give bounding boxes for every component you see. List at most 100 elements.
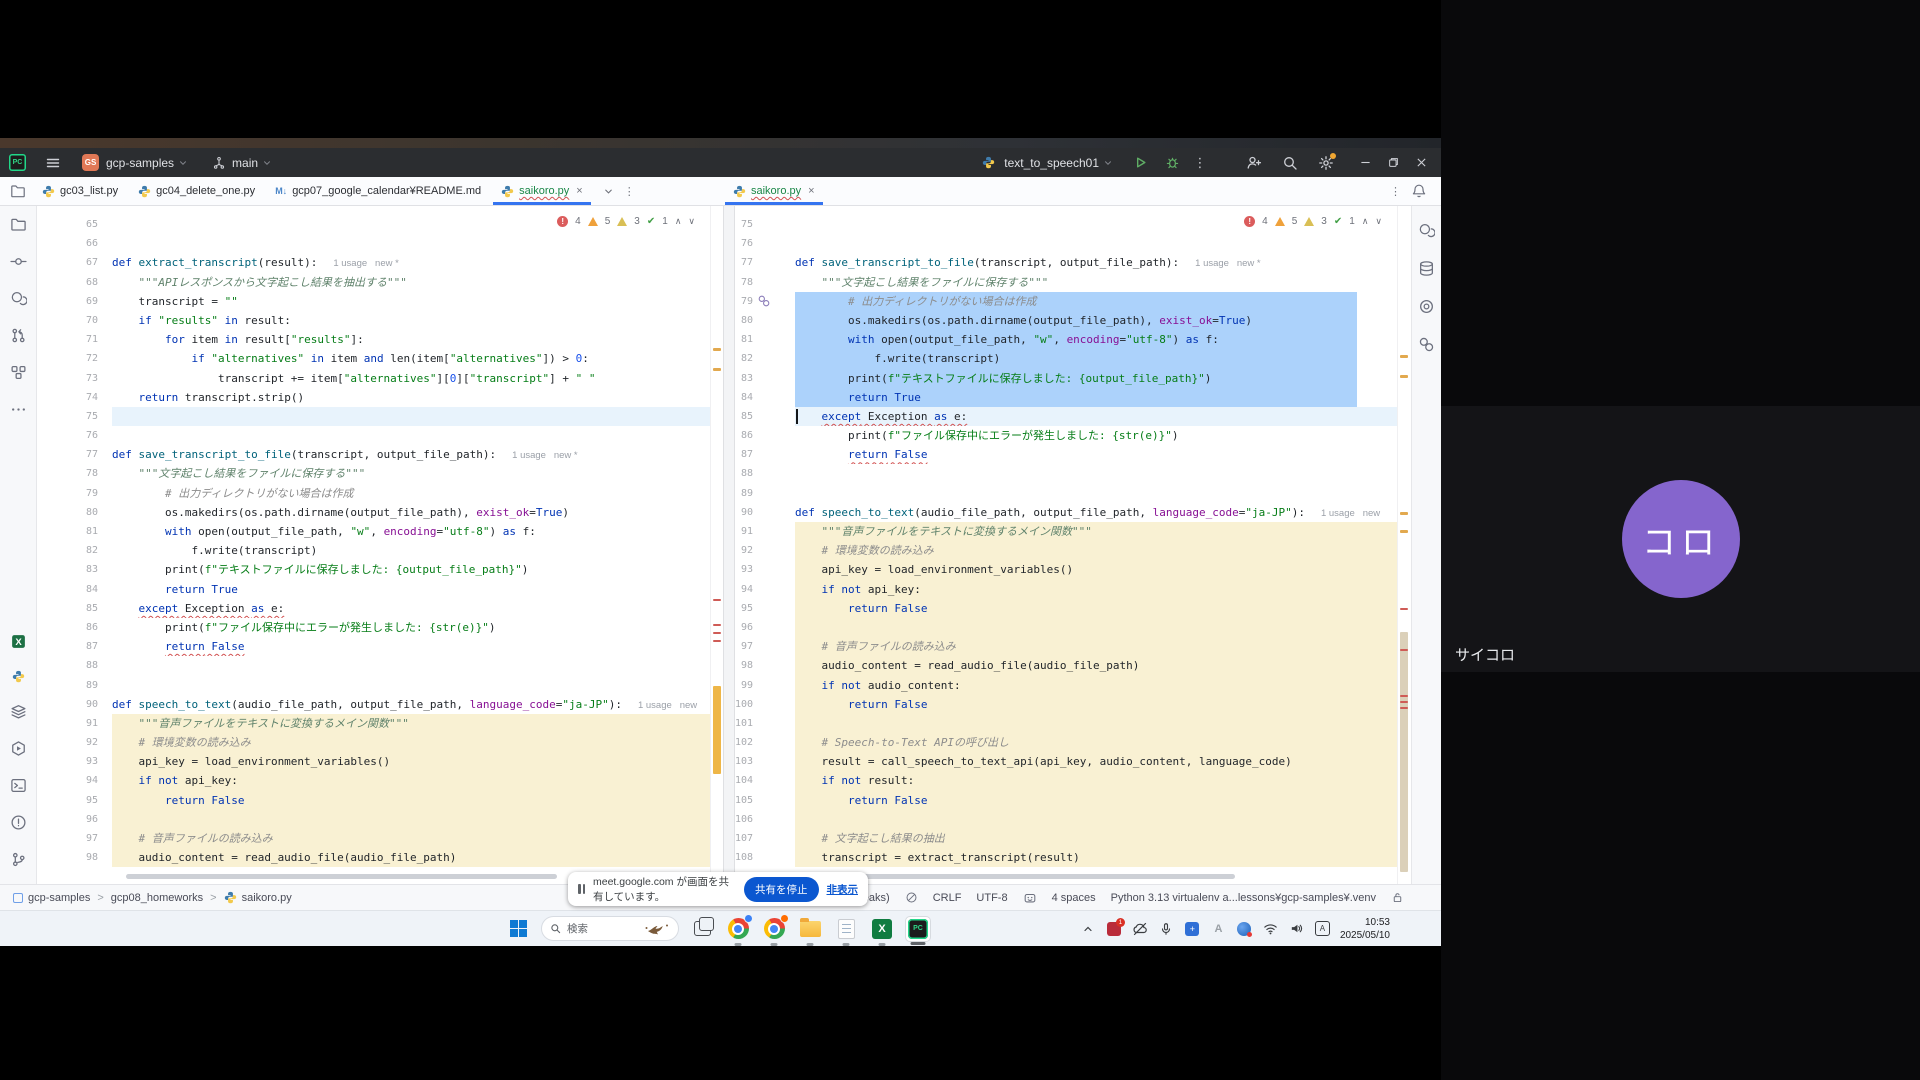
prev-issue-icon[interactable]: ∧ xyxy=(1362,216,1369,227)
debug-button[interactable] xyxy=(1163,154,1181,172)
code-text[interactable]: return False xyxy=(112,637,710,656)
run-button[interactable] xyxy=(1131,154,1149,172)
tray-sphere-icon[interactable] xyxy=(1236,920,1253,937)
code-text[interactable]: def extract_transcript(result):1 usage n… xyxy=(112,253,710,272)
code-line[interactable]: 76 xyxy=(37,426,710,445)
branch-name[interactable]: main xyxy=(232,156,258,170)
code-line[interactable]: 90def speech_to_text(audio_file_path, ou… xyxy=(37,695,710,714)
code-line[interactable]: 68 """APIレスポンスから文字起こし結果を抽出する""" xyxy=(37,273,710,292)
code-line[interactable]: 91 """音声ファイルをテキストに変換するメイン関数""" xyxy=(735,522,1397,541)
code-line[interactable]: 105 return False xyxy=(735,791,1397,810)
code-text[interactable]: transcript = "" xyxy=(112,292,710,311)
add-user-icon[interactable] xyxy=(1245,154,1263,172)
tab-gcp07_google_calendar¥README.md[interactable]: M↓gcp07_google_calendar¥README.md xyxy=(265,177,491,205)
code-line[interactable]: 95 return False xyxy=(735,599,1397,618)
code-text[interactable]: if "alternatives" in item and len(item["… xyxy=(112,349,710,368)
python-packages-icon[interactable] xyxy=(12,670,25,683)
code-text[interactable] xyxy=(795,234,1397,253)
ai-face-icon[interactable] xyxy=(1023,891,1037,905)
tray-app-icon[interactable]: 1 xyxy=(1106,920,1123,937)
code-line[interactable]: 108 transcript = extract_transcript(resu… xyxy=(735,848,1397,867)
code-line[interactable]: 79 # 出力ディレクトリがない場合は作成 xyxy=(735,292,1397,311)
database-icon[interactable] xyxy=(1418,260,1435,277)
code-line[interactable]: 79 # 出力ディレクトリがない場合は作成 xyxy=(37,484,710,503)
microphone-icon[interactable] xyxy=(1158,920,1175,937)
code-line[interactable]: 91 """音声ファイルをテキストに変換するメイン関数""" xyxy=(37,714,710,733)
terminal-icon[interactable] xyxy=(10,777,27,794)
code-text[interactable]: return False xyxy=(795,695,1397,714)
code-text[interactable] xyxy=(112,407,710,426)
dependencies-icon[interactable] xyxy=(1418,336,1435,353)
code-text[interactable]: if not api_key: xyxy=(112,771,710,790)
no-highlighting-icon[interactable] xyxy=(905,891,918,904)
code-line[interactable]: 82 f.write(transcript) xyxy=(37,541,710,560)
taskbar-chrome-2[interactable] xyxy=(761,916,787,942)
code-line[interactable]: 98 audio_content = read_audio_file(audio… xyxy=(37,848,710,867)
code-line[interactable]: 80 os.makedirs(os.path.dirname(output_fi… xyxy=(37,503,710,522)
tray-blue-app-icon[interactable]: + xyxy=(1184,920,1201,937)
code-line[interactable]: 100 return False xyxy=(735,695,1397,714)
unlock-icon[interactable] xyxy=(1391,891,1404,904)
code-text[interactable]: # 音声ファイルの読み込み xyxy=(795,637,1397,656)
stop-sharing-button[interactable]: 共有を停止 xyxy=(744,877,819,902)
code-line[interactable]: 75 xyxy=(37,407,710,426)
inspection-widget[interactable]: !4 5 3 ✔1 ∧ ∨ xyxy=(551,214,701,229)
onedrive-paused-icon[interactable] xyxy=(1132,920,1149,937)
code-line[interactable]: 86 print(f"ファイル保存中にエラーが発生しました: {str(e)}"… xyxy=(735,426,1397,445)
code-line[interactable]: 93 api_key = load_environment_variables(… xyxy=(37,752,710,771)
prev-issue-icon[interactable]: ∧ xyxy=(675,216,682,227)
code-line[interactable]: 77def save_transcript_to_file(transcript… xyxy=(735,253,1397,272)
code-line[interactable]: 85 except Exception as e: xyxy=(735,407,1397,426)
pull-requests-icon[interactable] xyxy=(10,327,27,344)
code-line[interactable]: 89 xyxy=(37,676,710,695)
taskbar-file-explorer[interactable] xyxy=(797,916,823,942)
code-text[interactable]: return False xyxy=(795,791,1397,810)
code-line[interactable]: 81 with open(output_file_path, "w", enco… xyxy=(37,522,710,541)
code-line[interactable]: 78 """文字起こし結果をファイルに保存する""" xyxy=(735,273,1397,292)
notifications-bell-icon[interactable] xyxy=(1411,183,1427,199)
code-text[interactable]: return False xyxy=(795,599,1397,618)
taskbar-excel[interactable]: X xyxy=(869,916,895,942)
project-folder-icon[interactable] xyxy=(10,216,27,233)
code-text[interactable]: # 文字起こし結果の抽出 xyxy=(795,829,1397,848)
code-text[interactable]: api_key = load_environment_variables() xyxy=(795,560,1397,579)
editor-pane-left[interactable]: 656667def extract_transcript(result):1 u… xyxy=(37,206,723,884)
code-text[interactable]: # 出力ディレクトリがない場合は作成 xyxy=(112,484,710,503)
code-text[interactable]: with open(output_file_path, "w", encodin… xyxy=(112,522,710,541)
code-text[interactable]: """APIレスポンスから文字起こし結果を抽出する""" xyxy=(112,273,710,292)
code-text[interactable]: audio_content = read_audio_file(audio_fi… xyxy=(795,656,1397,675)
code-line[interactable]: 77def save_transcript_to_file(transcript… xyxy=(37,445,710,464)
code-text[interactable]: print(f"ファイル保存中にエラーが発生しました: {str(e)}") xyxy=(795,426,1397,445)
code-line[interactable]: 87 return False xyxy=(735,445,1397,464)
run-configurations-icon[interactable] xyxy=(10,740,27,757)
encoding-indicator[interactable]: UTF-8 xyxy=(976,892,1007,904)
restore-button[interactable] xyxy=(1379,148,1407,177)
code-line[interactable]: 87 return False xyxy=(37,637,710,656)
chevron-down-icon[interactable] xyxy=(603,186,614,197)
code-line[interactable]: 73 transcript += item["alternatives"][0]… xyxy=(37,369,710,388)
code-text[interactable]: def save_transcript_to_file(transcript, … xyxy=(112,445,710,464)
tab-gc03_list.py[interactable]: gc03_list.py xyxy=(32,177,128,205)
code-text[interactable]: for item in result["results"]: xyxy=(112,330,710,349)
code-line[interactable]: 66 xyxy=(37,234,710,253)
participant-tile[interactable]: コロ サイコロ xyxy=(1441,406,1920,672)
indent-indicator[interactable]: 4 spaces xyxy=(1052,892,1096,904)
code-text[interactable]: return False xyxy=(112,791,710,810)
code-text[interactable]: # Speech-to-Text APIの呼び出し xyxy=(795,733,1397,752)
code-line[interactable]: 88 xyxy=(735,464,1397,483)
code-line[interactable]: 92 # 環境変数の読み込み xyxy=(37,733,710,752)
ai-assistant-icon[interactable] xyxy=(1418,222,1435,239)
code-text[interactable]: f.write(transcript) xyxy=(795,349,1397,368)
code-text[interactable]: return True xyxy=(795,388,1397,407)
search-icon[interactable] xyxy=(1281,154,1299,172)
code-line[interactable]: 86 print(f"ファイル保存中にエラーが発生しました: {str(e)}"… xyxy=(37,618,710,637)
taskbar-pycharm[interactable]: PC xyxy=(905,916,931,942)
inspection-widget[interactable]: !4 5 3 ✔1 ∧ ∨ xyxy=(1238,214,1388,229)
code-text[interactable] xyxy=(112,810,710,829)
code-line[interactable]: 90def speech_to_text(audio_file_path, ou… xyxy=(735,503,1397,522)
code-line[interactable]: 103 result = call_speech_to_text_api(api… xyxy=(735,752,1397,771)
tray-a-icon[interactable]: A xyxy=(1210,920,1227,937)
code-line[interactable]: 80 os.makedirs(os.path.dirname(output_fi… xyxy=(735,311,1397,330)
code-text[interactable] xyxy=(112,676,710,695)
code-text[interactable]: # 音声ファイルの読み込み xyxy=(112,829,710,848)
